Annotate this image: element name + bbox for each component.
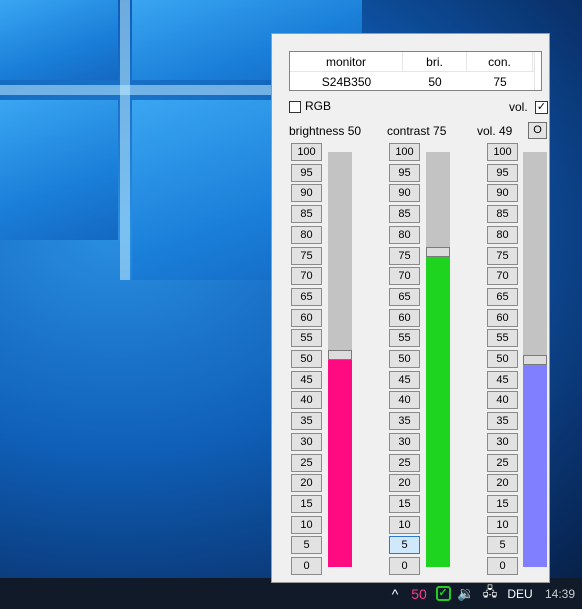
brightness-level-40-button[interactable]: 40 (291, 391, 322, 410)
volume-level-25-button[interactable]: 25 (487, 453, 518, 472)
check-icon: ✓ (435, 586, 451, 601)
brightness-level-10-button[interactable]: 10 (291, 515, 322, 534)
contrast-level-85-button[interactable]: 85 (389, 205, 420, 224)
contrast-label: contrast 75 (387, 124, 447, 138)
volume-level-55-button[interactable]: 55 (487, 329, 518, 348)
volume-slider-fill (523, 364, 547, 567)
table-row[interactable]: S24B350 50 75 (290, 72, 535, 91)
brightness-level-5-button[interactable]: 5 (291, 536, 322, 555)
wallpaper-pane (0, 0, 118, 80)
volume-level-40-button[interactable]: 40 (487, 391, 518, 410)
volume-level-80-button[interactable]: 80 (487, 225, 518, 244)
contrast-level-75-button[interactable]: 75 (389, 246, 420, 265)
brightness-level-100-button[interactable]: 100 (291, 143, 322, 161)
volume-level-85-button[interactable]: 85 (487, 205, 518, 224)
o-button[interactable]: O (528, 122, 547, 139)
column-header-monitor[interactable]: monitor (290, 52, 403, 71)
contrast-slider[interactable] (426, 152, 450, 567)
contrast-level-10-button[interactable]: 10 (389, 515, 420, 534)
contrast-level-100-button[interactable]: 100 (389, 143, 420, 161)
brightness-level-90-button[interactable]: 90 (291, 184, 322, 203)
vol-label: vol. (509, 100, 528, 114)
brightness-level-60-button[interactable]: 60 (291, 308, 322, 327)
contrast-level-65-button[interactable]: 65 (389, 287, 420, 306)
brightness-level-65-button[interactable]: 65 (291, 287, 322, 306)
vol-checkbox[interactable]: ✓ (535, 101, 548, 114)
brightness-level-45-button[interactable]: 45 (291, 370, 322, 389)
brightness-level-0-button[interactable]: 0 (291, 557, 322, 575)
brightness-slider-thumb[interactable] (328, 350, 352, 360)
volume-level-90-button[interactable]: 90 (487, 184, 518, 203)
contrast-level-20-button[interactable]: 20 (389, 474, 420, 493)
brightness-level-85-button[interactable]: 85 (291, 205, 322, 224)
volume-level-5-button[interactable]: 5 (487, 536, 518, 555)
brightness-level-95-button[interactable]: 95 (291, 163, 322, 182)
contrast-level-55-button[interactable]: 55 (389, 329, 420, 348)
volume-level-60-button[interactable]: 60 (487, 308, 518, 327)
column-header-brightness[interactable]: bri. (403, 52, 467, 71)
brightness-level-15-button[interactable]: 15 (291, 494, 322, 513)
contrast-level-60-button[interactable]: 60 (389, 308, 420, 327)
volume-level-75-button[interactable]: 75 (487, 246, 518, 265)
contrast-level-30-button[interactable]: 30 (389, 432, 420, 451)
brightness-level-25-button[interactable]: 25 (291, 453, 322, 472)
wallpaper-pane (0, 100, 118, 240)
volume-level-95-button[interactable]: 95 (487, 163, 518, 182)
table-cell-monitor: S24B350 (321, 74, 372, 89)
volume-slider[interactable] (523, 152, 547, 567)
volume-level-35-button[interactable]: 35 (487, 412, 518, 431)
table-scrollbar[interactable] (534, 52, 541, 90)
contrast-level-95-button[interactable]: 95 (389, 163, 420, 182)
brightness-slider[interactable] (328, 152, 352, 567)
contrast-level-0-button[interactable]: 0 (389, 557, 420, 575)
volume-level-100-button[interactable]: 100 (487, 143, 518, 161)
brightness-level-55-button[interactable]: 55 (291, 329, 322, 348)
brightness-level-35-button[interactable]: 35 (291, 412, 322, 431)
volume-level-30-button[interactable]: 30 (487, 432, 518, 451)
contrast-slider-fill (426, 256, 450, 567)
contrast-level-90-button[interactable]: 90 (389, 184, 420, 203)
contrast-slider-thumb[interactable] (426, 247, 450, 257)
contrast-level-35-button[interactable]: 35 (389, 412, 420, 431)
brightness-level-70-button[interactable]: 70 (291, 267, 322, 286)
contrast-level-70-button[interactable]: 70 (389, 267, 420, 286)
table-header: monitor bri. con. (290, 52, 535, 72)
volume-level-0-button[interactable]: 0 (487, 557, 518, 575)
volume-level-15-button[interactable]: 15 (487, 494, 518, 513)
contrast-level-80-button[interactable]: 80 (389, 225, 420, 244)
volume-level-45-button[interactable]: 45 (487, 370, 518, 389)
wallpaper-light-beam (120, 0, 130, 280)
contrast-level-40-button[interactable]: 40 (389, 391, 420, 410)
monitor-control-panel: monitor bri. con. S24B350 50 75 RGB vol.… (271, 33, 550, 583)
brightness-label: brightness 50 (289, 124, 362, 138)
rgb-checkbox[interactable] (289, 101, 301, 113)
brightness-level-30-button[interactable]: 30 (291, 432, 322, 451)
volume-level-65-button[interactable]: 65 (487, 287, 518, 306)
brightness-level-75-button[interactable]: 75 (291, 246, 322, 265)
table-cell-brightness: 50 (428, 74, 442, 89)
volume-slider-thumb[interactable] (523, 355, 547, 365)
volume-level-70-button[interactable]: 70 (487, 267, 518, 286)
column-header-contrast[interactable]: con. (467, 52, 533, 71)
volume-level-50-button[interactable]: 50 (487, 350, 518, 368)
volume-level-10-button[interactable]: 10 (487, 515, 518, 534)
brightness-level-80-button[interactable]: 80 (291, 225, 322, 244)
contrast-level-5-button[interactable]: 5 (389, 536, 420, 555)
volume-label: vol. 49 (477, 124, 513, 138)
brightness-slider-fill (328, 359, 352, 567)
volume-level-20-button[interactable]: 20 (487, 474, 518, 493)
contrast-level-25-button[interactable]: 25 (389, 453, 420, 472)
contrast-level-50-button[interactable]: 50 (389, 350, 420, 368)
brightness-level-50-button[interactable]: 50 (291, 350, 322, 368)
rgb-label: RGB (305, 99, 332, 113)
table-cell-contrast: 75 (493, 74, 507, 89)
contrast-level-15-button[interactable]: 15 (389, 494, 420, 513)
contrast-level-45-button[interactable]: 45 (389, 370, 420, 389)
brightness-level-20-button[interactable]: 20 (291, 474, 322, 493)
monitor-table: monitor bri. con. S24B350 50 75 (289, 51, 542, 91)
